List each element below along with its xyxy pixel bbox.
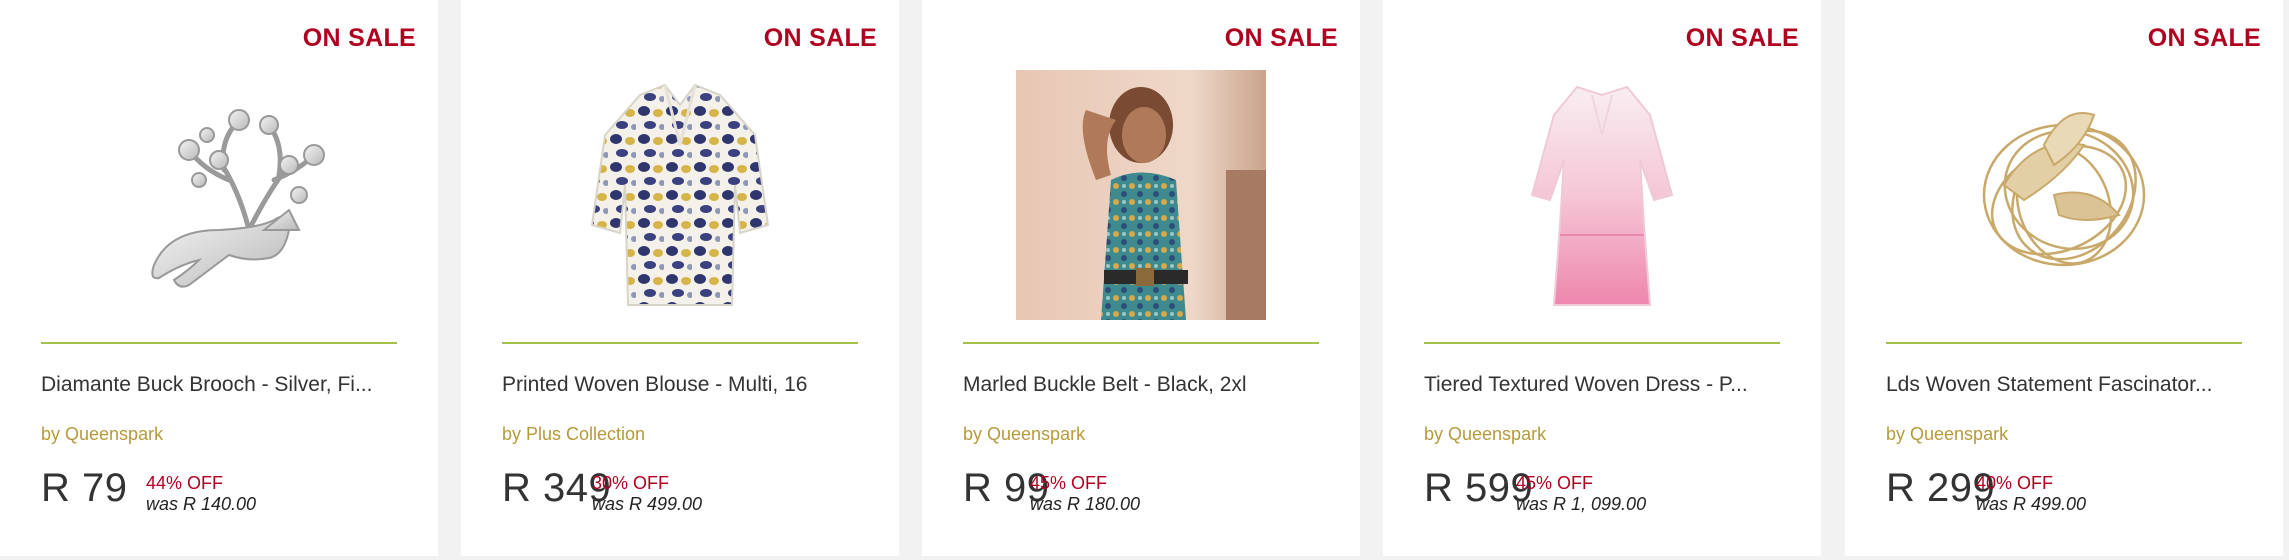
model-photo xyxy=(1016,70,1266,320)
product-title[interactable]: Printed Woven Blouse - Multi, 16 xyxy=(502,373,872,397)
product-card[interactable]: ON SALE xyxy=(0,0,438,556)
product-title[interactable]: Lds Woven Statement Fascinator... xyxy=(1886,373,2256,397)
sale-badge: ON SALE xyxy=(1224,24,1338,52)
sale-badge: ON SALE xyxy=(2147,24,2261,52)
divider xyxy=(963,342,1319,344)
dress-icon xyxy=(1530,85,1674,306)
product-image[interactable] xyxy=(922,70,1360,320)
product-image[interactable] xyxy=(1845,70,2283,320)
product-brand[interactable]: by Queenspark xyxy=(1424,424,1546,445)
blouse-icon xyxy=(590,83,770,306)
fascinator-icon xyxy=(1982,112,2146,267)
product-brand[interactable]: by Plus Collection xyxy=(502,424,645,445)
sale-badge: ON SALE xyxy=(302,24,416,52)
product-card[interactable]: ON SALE Tiered Textured Woven Dress - P.… xyxy=(1383,0,1821,556)
brooch-icon xyxy=(151,109,325,288)
product-title[interactable]: Diamante Buck Brooch - Silver, Fi... xyxy=(41,373,411,397)
product-card[interactable]: ON SALE Lds Woven Statement Fascinator..… xyxy=(1845,0,2283,556)
product-image[interactable] xyxy=(461,70,899,320)
discount-label: 45% OFF xyxy=(1030,473,1108,493)
divider xyxy=(1886,342,2242,344)
divider xyxy=(41,342,397,344)
product-image[interactable] xyxy=(0,70,438,320)
discount-label: 30% OFF xyxy=(592,473,670,493)
product-brand[interactable]: by Queenspark xyxy=(41,424,163,445)
product-image[interactable] xyxy=(1383,70,1821,320)
was-price: was R 1, 099.00 xyxy=(1516,494,1647,514)
product-brand[interactable]: by Queenspark xyxy=(963,424,1085,445)
was-price: was R 499.00 xyxy=(592,494,703,514)
was-price: was R 140.00 xyxy=(146,494,257,514)
product-price: R 79 xyxy=(41,466,128,510)
discount-label: 44% OFF xyxy=(146,473,224,493)
product-title[interactable]: Tiered Textured Woven Dress - P... xyxy=(1424,373,1794,397)
was-price: was R 180.00 xyxy=(1030,494,1141,514)
product-brand[interactable]: by Queenspark xyxy=(1886,424,2008,445)
divider xyxy=(1424,342,1780,344)
product-title[interactable]: Marled Buckle Belt - Black, 2xl xyxy=(963,373,1333,397)
product-carousel: ON SALE Diamante Buck Brooch - Silver, F… xyxy=(0,0,2289,560)
sale-badge: ON SALE xyxy=(763,24,877,52)
product-card[interactable]: ON SALE xyxy=(922,0,1360,556)
discount-label: 45% OFF xyxy=(1516,473,1594,493)
sale-badge: ON SALE xyxy=(1685,24,1799,52)
was-price: was R 499.00 xyxy=(1976,494,2087,514)
product-card[interactable]: ON SALE Printed Woven Blouse - Multi, 16 xyxy=(461,0,899,556)
divider xyxy=(502,342,858,344)
discount-label: 40% OFF xyxy=(1976,473,2054,493)
